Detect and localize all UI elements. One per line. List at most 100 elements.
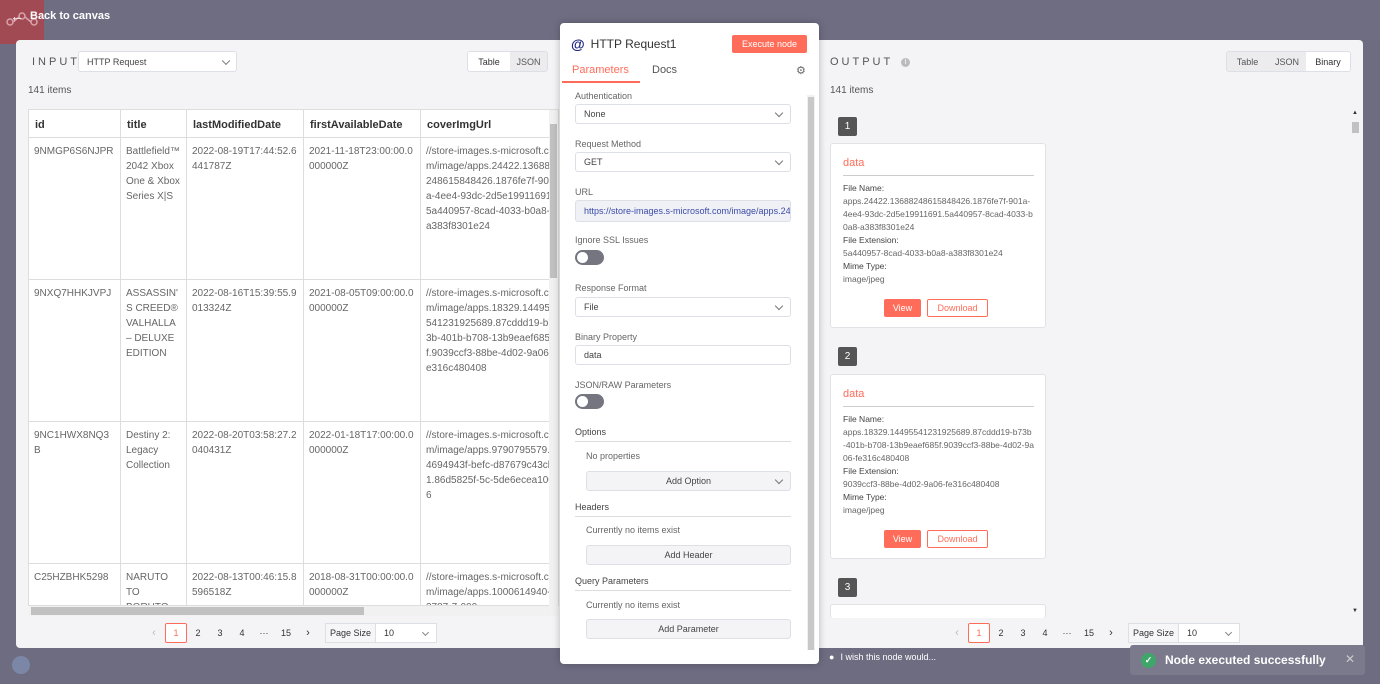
success-toast: ✓ Node executed successfully ✕ — [1130, 645, 1365, 675]
output-view-table[interactable]: Table — [1227, 52, 1268, 71]
page-size-select[interactable]: Page Size 10 — [1128, 623, 1241, 643]
table-cell: 2022-08-13T00:46:15.8596518Z — [187, 564, 304, 605]
mime-type-value: image/jpeg — [843, 505, 885, 515]
json-raw-label: JSON/RAW Parameters — [575, 380, 672, 390]
file-extension-value: 5a440957-8cad-4033-b0a8-a383f8301e24 — [843, 248, 1003, 258]
output-view-json[interactable]: JSON — [1268, 52, 1306, 71]
request-method-select[interactable]: GET — [575, 152, 791, 172]
scroll-down-icon[interactable]: ▼ — [1352, 608, 1358, 614]
file-name-label: File Name: — [843, 414, 885, 424]
input-view-table[interactable]: Table — [468, 52, 510, 71]
add-header-button[interactable]: Add Header — [586, 545, 791, 565]
table-header: id title lastModifiedDate firstAvailable… — [29, 110, 558, 138]
column-header[interactable]: id — [29, 110, 121, 138]
settings-scroll-thumb[interactable] — [808, 97, 814, 650]
tab-parameters[interactable]: Parameters — [572, 64, 629, 76]
column-header[interactable]: title — [121, 110, 187, 138]
input-pagination: ‹ 1 2 3 4 ··· 15 › Page Size 10 — [143, 623, 438, 643]
node-title[interactable]: @ HTTP Request1 — [571, 36, 676, 52]
back-to-canvas-button[interactable]: ← Back to canvas — [10, 8, 110, 24]
table-cell: //store-images.s-microsoft.com/image/app… — [421, 138, 558, 279]
prev-page-icon[interactable]: ‹ — [946, 623, 968, 643]
request-method-label: Request Method — [575, 139, 642, 149]
execute-node-button[interactable]: Execute node — [732, 35, 807, 53]
input-node-select[interactable]: HTTP Request — [78, 51, 237, 72]
download-button[interactable]: Download — [927, 299, 988, 317]
page-button[interactable]: 2 — [990, 623, 1012, 643]
page-size-value[interactable]: 10 — [376, 624, 436, 642]
table-horizontal-scroll-thumb[interactable] — [31, 607, 364, 615]
item-index-badge: 1 — [838, 117, 857, 136]
column-header[interactable]: firstAvailableDate — [304, 110, 421, 138]
input-view-json[interactable]: JSON — [510, 52, 547, 71]
chevron-down-icon — [774, 108, 784, 118]
table-cell: NARUTO TO BORUTO — [121, 564, 187, 605]
response-format-value: File — [584, 302, 599, 312]
url-label: URL — [575, 187, 594, 197]
output-scroll-thumb[interactable] — [1352, 122, 1359, 133]
page-button[interactable]: 15 — [275, 623, 297, 643]
more-pages-icon[interactable]: ··· — [253, 623, 275, 643]
page-button[interactable]: 1 — [165, 623, 187, 643]
tab-docs[interactable]: Docs — [652, 64, 677, 76]
page-button[interactable]: 4 — [231, 623, 253, 643]
page-button[interactable]: 3 — [209, 623, 231, 643]
scroll-up-icon[interactable]: ▲ — [1352, 110, 1358, 116]
add-parameter-button[interactable]: Add Parameter — [586, 619, 791, 639]
output-label-text: OUTPUT — [830, 56, 894, 68]
chevron-down-icon — [421, 628, 430, 637]
file-extension-label: File Extension: — [843, 235, 899, 245]
page-size-text: 10 — [384, 628, 395, 638]
next-page-icon[interactable]: › — [297, 623, 319, 643]
binary-property-input[interactable]: data — [575, 345, 791, 365]
page-size-select[interactable]: Page Size 10 — [325, 623, 438, 643]
input-table: id title lastModifiedDate firstAvailable… — [28, 109, 559, 606]
column-header[interactable]: coverImgUrl — [421, 110, 558, 138]
output-view-binary[interactable]: Binary — [1306, 52, 1350, 71]
table-cell: 2022-01-18T17:00:00.0000000Z — [304, 422, 421, 563]
authentication-label: Authentication — [575, 91, 633, 101]
json-raw-toggle[interactable] — [575, 394, 604, 409]
close-icon[interactable]: ✕ — [1345, 652, 1355, 666]
table-cell: 2022-08-16T15:39:55.9013324Z — [187, 280, 304, 421]
column-header[interactable]: lastModifiedDate — [187, 110, 304, 138]
page-button[interactable]: 15 — [1078, 623, 1100, 643]
add-option-button[interactable]: Add Option — [586, 471, 791, 491]
table-cell: 2022-08-20T03:58:27.2040431Z — [187, 422, 304, 563]
table-cell: C25HZBHK5298 — [29, 564, 121, 605]
more-pages-icon[interactable]: ··· — [1056, 623, 1078, 643]
page-button[interactable]: 4 — [1034, 623, 1056, 643]
output-item-count: 141 items — [830, 85, 874, 96]
url-input[interactable]: https://store-images.s-microsoft.com/ima… — [575, 200, 791, 222]
toast-message: Node executed successfully — [1165, 653, 1326, 667]
item-index-badge: 2 — [838, 347, 857, 366]
table-cell: ASSASSIN'S CREED® VALHALLA – DELUXE EDIT… — [121, 280, 187, 421]
gear-icon[interactable]: ⚙ — [796, 64, 806, 77]
ignore-ssl-toggle[interactable] — [575, 250, 604, 265]
prev-page-icon[interactable]: ‹ — [143, 623, 165, 643]
page-button[interactable]: 2 — [187, 623, 209, 643]
next-page-icon[interactable]: › — [1100, 623, 1122, 643]
table-vertical-scroll-thumb[interactable] — [550, 124, 557, 278]
input-view-toggle: Table JSON — [467, 51, 548, 72]
table-cell: 9NXQ7HHKJVPJ — [29, 280, 121, 421]
page-button[interactable]: 3 — [1012, 623, 1034, 643]
table-cell: 9NC1HWX8NQ3B — [29, 422, 121, 563]
page-button[interactable]: 1 — [968, 623, 990, 643]
view-button[interactable]: View — [884, 299, 921, 317]
output-scrollbar[interactable] — [1351, 117, 1360, 617]
query-empty-text: Currently no items exist — [586, 600, 681, 610]
lightbulb-icon: ● — [829, 652, 835, 662]
page-size-value[interactable]: 10 — [1179, 624, 1239, 642]
headers-section-title: Headers — [575, 502, 791, 517]
response-format-select[interactable]: File — [575, 297, 791, 317]
authentication-select[interactable]: None — [575, 104, 791, 124]
item-index-badge: 3 — [838, 578, 857, 597]
view-button[interactable]: View — [884, 530, 921, 548]
input-item-count: 141 items — [28, 85, 72, 96]
download-button[interactable]: Download — [927, 530, 988, 548]
chat-bubble-icon[interactable] — [12, 656, 30, 674]
feedback-link[interactable]: ● I wish this node would... — [829, 652, 936, 662]
page-size-label: Page Size — [326, 624, 377, 642]
info-icon[interactable]: i — [901, 58, 911, 67]
